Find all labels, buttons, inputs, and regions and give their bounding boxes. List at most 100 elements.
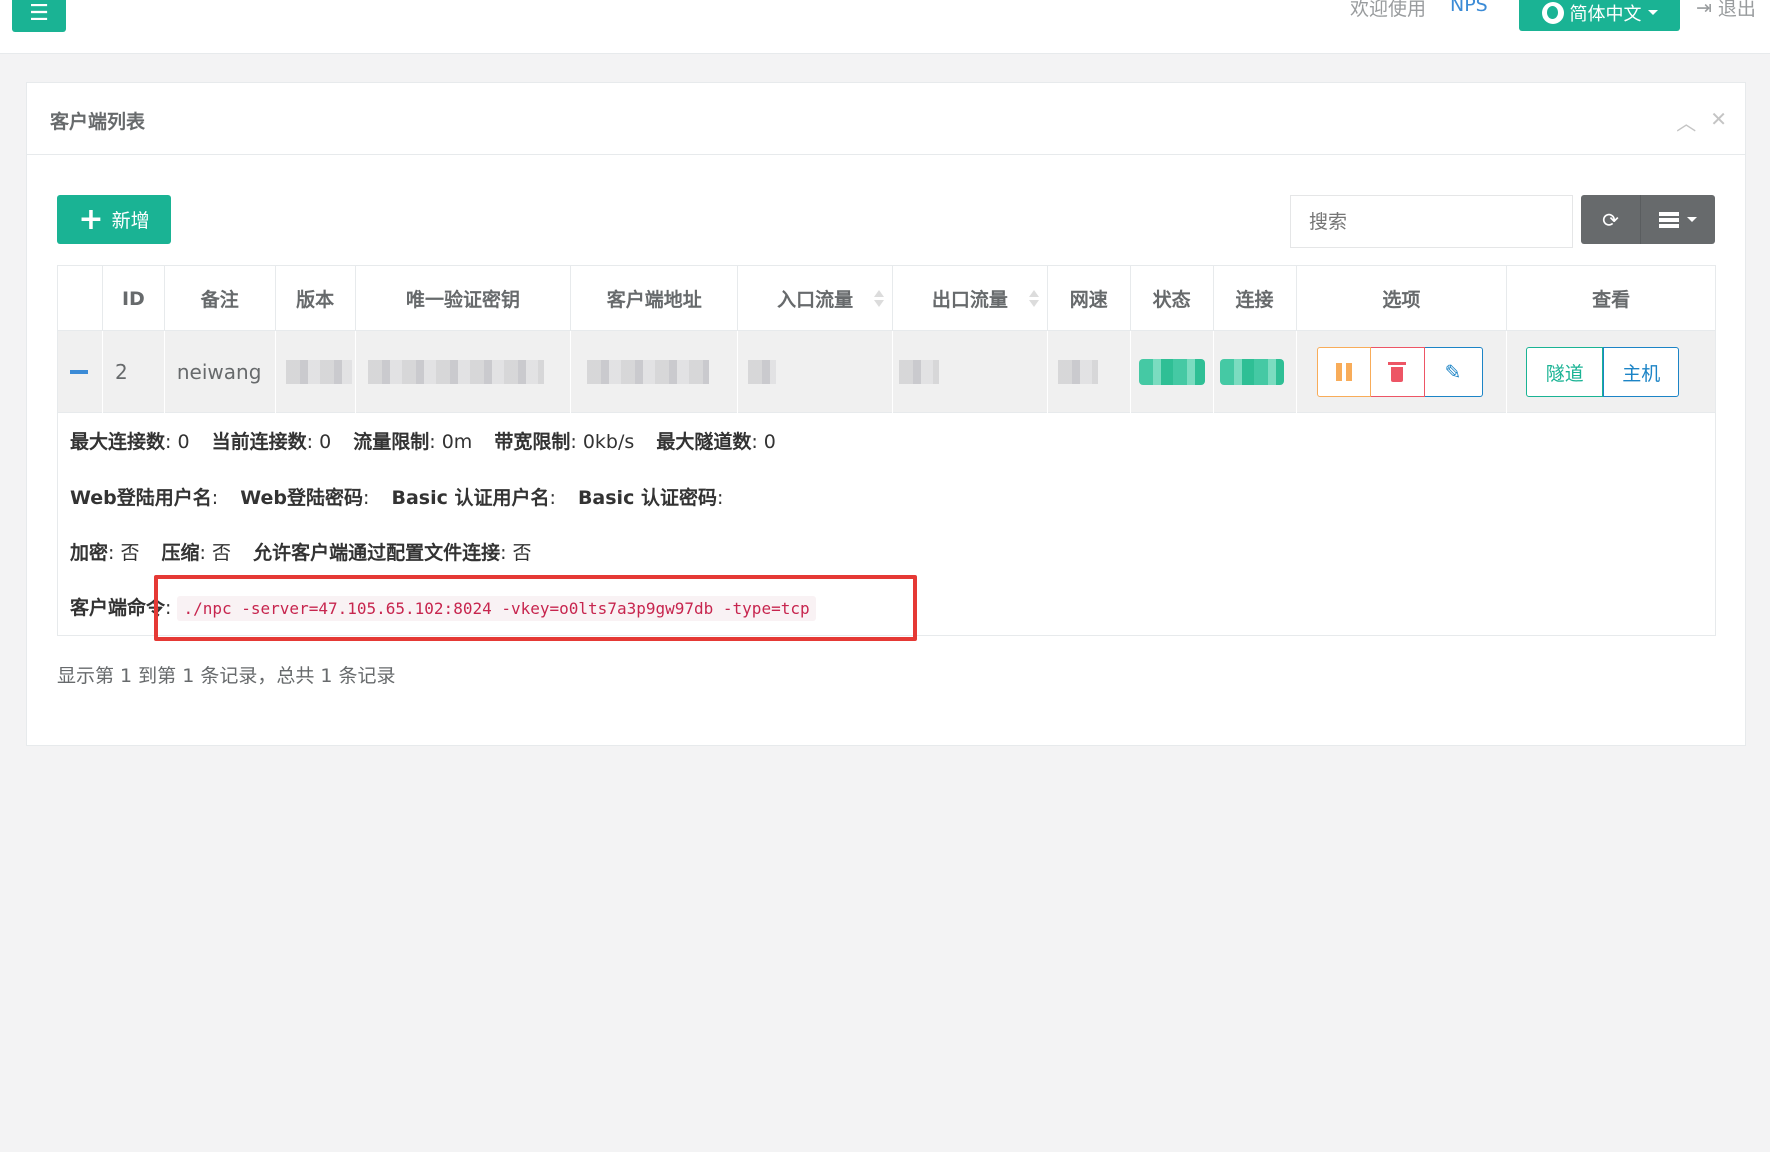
detail-command: 客户端命令: ./npc -server=47.105.65.102:8024 … [70,593,816,621]
welcome-text: 欢迎使用 [1350,0,1427,20]
view-actions: 隧道 主机 [1526,347,1680,397]
close-icon[interactable]: ✕ [1710,107,1727,136]
redacted-value [748,360,777,384]
crypt-value: 否 [120,542,140,564]
list-icon [1659,211,1679,228]
table-row: 2 neiwang ✎ 隧道 主机 [58,331,1715,413]
table-toolbar: ⟳ [1581,195,1715,244]
inlet-flow-cell [738,331,894,413]
col-vkey: 唯一验证密钥 [356,266,572,331]
edit-button[interactable]: ✎ [1424,347,1483,397]
command-label: 客户端命令 [70,597,166,619]
col-export-flow[interactable]: 出口流量 [893,266,1048,331]
max-tunnel-label: 最大隧道数 [656,431,752,453]
client-command[interactable]: ./npc -server=47.105.65.102:8024 -vkey=o… [177,596,816,621]
col-inlet-flow-label: 入口流量 [777,289,854,311]
logout-link[interactable]: ⇥ 退出 [1696,0,1756,21]
export-flow-cell [893,331,1048,413]
row-detail: 最大连接数: 0 当前连接数: 0 流量限制: 0m 带宽限制: 0kb/s 最… [58,413,1715,635]
collapse-row-icon[interactable] [70,370,88,374]
pagination-info: 显示第 1 到第 1 条记录，总共 1 条记录 [57,665,396,687]
basic-pass-label: Basic 认证密码 [577,487,717,509]
col-view: 查看 [1592,289,1631,311]
flow-limit-value: 0m [441,431,473,453]
redacted-value [285,360,352,384]
view-tunnel-button[interactable]: 隧道 [1526,347,1604,397]
caret-down-icon [1647,10,1658,15]
options-cell: ✎ [1297,331,1508,413]
id-cell: 2 [103,331,165,413]
plus-icon: + [78,201,104,237]
collapse-icon[interactable]: ︿ [1676,107,1696,136]
refresh-button[interactable]: ⟳ [1581,195,1641,244]
crypt-label: 加密 [70,542,109,564]
panel-tools: ︿ ✕ [1676,107,1727,136]
client-addr-cell [571,331,739,413]
delete-button[interactable] [1370,347,1425,397]
language-dropdown[interactable]: 简体中文 [1519,0,1680,31]
cur-conn-label: 当前连接数 [211,431,307,453]
language-label: 简体中文 [1569,3,1642,25]
brand-link[interactable]: NPS [1450,0,1488,16]
table-header: ID 备注 版本 唯一验证密钥 客户端地址 入口流量 出口流量 网速 状态 连接… [58,266,1715,331]
add-label: 新增 [111,210,150,232]
connection-badge [1219,359,1284,385]
compress-label: 压缩 [161,542,200,564]
client-list-panel: 客户端列表 ︿ ✕ + 新增 ⟳ ID 备注 版本 唯一验证密钥 客户端地址 入… [26,82,1746,746]
view-host-button[interactable]: 主机 [1603,347,1680,397]
version-cell [276,331,356,413]
sign-out-icon: ⇥ [1696,0,1712,19]
add-client-button[interactable]: + 新增 [57,195,171,244]
speed-cell [1048,331,1131,413]
config-conn-label: 允许客户端通过配置文件连接 [253,542,501,564]
config-conn-value: 否 [512,542,532,564]
top-navbar: ☰ 欢迎使用 NPS 简体中文 ⇥ 退出 [0,0,1770,54]
status-cell [1131,331,1214,413]
basic-user-label: Basic 认证用户名 [391,487,550,509]
connection-cell [1214,331,1297,413]
pause-icon [1335,363,1352,381]
col-options: 选项 [1297,266,1508,331]
panel-title: 客户端列表 [50,111,146,133]
col-inlet-flow[interactable]: 入口流量 [738,266,893,331]
caret-down-icon [1687,217,1697,222]
max-conn-value: 0 [177,431,190,453]
col-export-flow-label: 出口流量 [931,289,1008,311]
cur-conn-value: 0 [319,431,332,453]
hamburger-icon: ☰ [29,0,49,26]
max-conn-label: 最大连接数 [70,431,166,453]
col-version: 版本 [276,266,356,331]
columns-dropdown-button[interactable] [1641,195,1715,244]
sort-icon [1028,290,1039,308]
compress-value: 否 [212,542,232,564]
menu-toggle-button[interactable]: ☰ [12,0,66,32]
web-pass-label: Web登陆密码 [240,487,364,509]
redacted-value [899,360,940,384]
col-speed: 网速 [1048,266,1131,331]
vkey-cell [356,331,572,413]
detail-limits: 最大连接数: 0 当前连接数: 0 流量限制: 0m 带宽限制: 0kb/s 最… [70,431,776,453]
logout-label: 退出 [1717,0,1756,20]
remark-cell: neiwang [165,331,276,413]
redacted-value [587,360,710,384]
col-connection: 连接 [1214,266,1297,331]
row-actions: ✎ [1316,347,1483,397]
bw-limit-label: 带宽限制 [494,431,571,453]
pause-button[interactable] [1316,347,1371,397]
redacted-value [1057,360,1098,384]
bw-limit-value: 0kb/s [582,431,635,453]
panel-header: 客户端列表 ︿ ✕ [27,83,1745,155]
detail-flags: 加密: 否 压缩: 否 允许客户端通过配置文件连接: 否 [70,542,532,564]
col-status: 状态 [1131,266,1214,331]
redacted-value [367,360,544,384]
col-client-addr: 客户端地址 [571,266,739,331]
max-tunnel-value: 0 [763,431,776,453]
trash-icon [1388,361,1407,382]
flow-limit-label: 流量限制 [353,431,430,453]
globe-icon [1541,1,1564,24]
col-id[interactable]: ID [103,266,165,331]
expand-cell [58,331,103,413]
col-remark: 备注 [165,266,276,331]
search-input[interactable] [1290,195,1573,248]
client-table: ID 备注 版本 唯一验证密钥 客户端地址 入口流量 出口流量 网速 状态 连接… [57,265,1716,636]
